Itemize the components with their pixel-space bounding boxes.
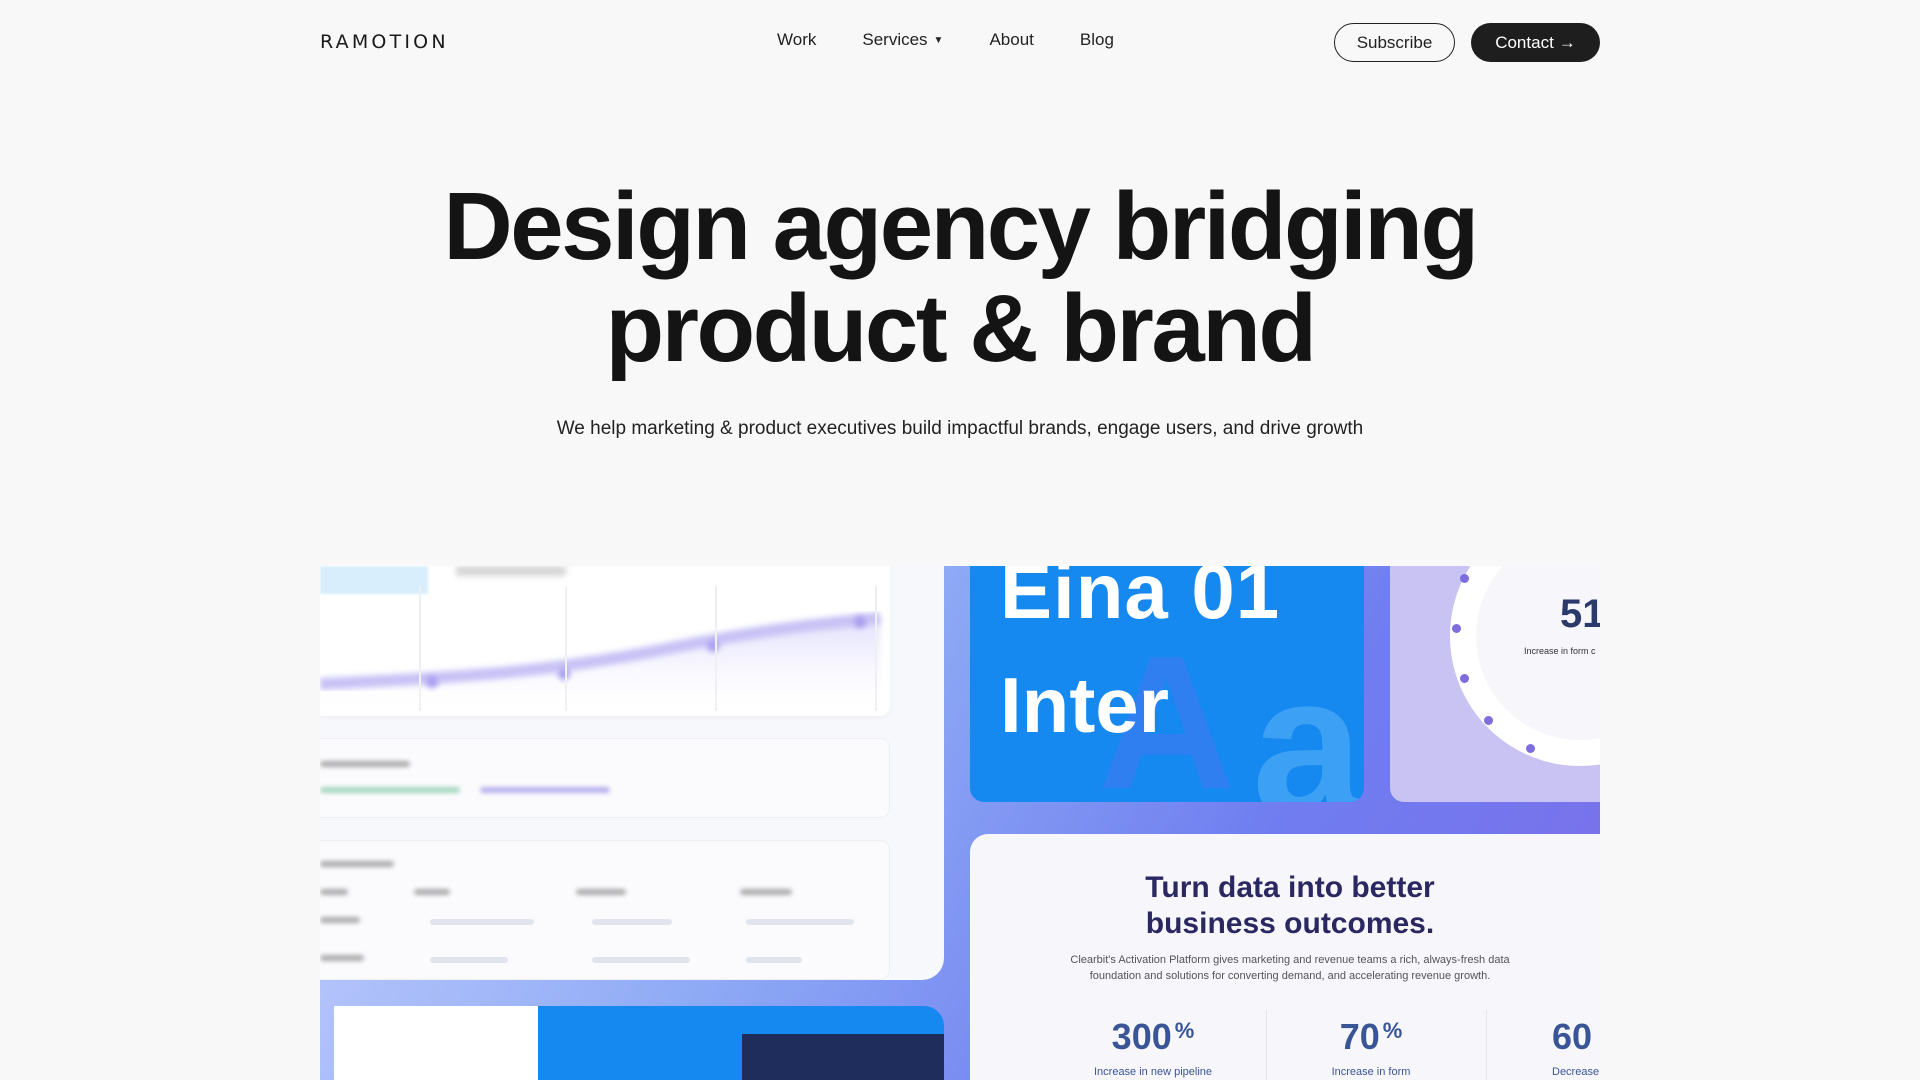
stat-value: 70%: [1316, 1016, 1426, 1058]
nav-services-label: Services: [862, 30, 928, 49]
nav-work-label: Work: [777, 30, 817, 49]
navy-swatch: [742, 1034, 944, 1080]
blurred-text: [740, 889, 792, 895]
card-title-line2: business outcomes.: [1145, 907, 1435, 940]
ring-dot: [1526, 744, 1535, 753]
nav-about-link[interactable]: About: [989, 30, 1033, 50]
stat-value: 60: [1552, 1016, 1600, 1058]
stat-value: 300%: [1078, 1016, 1228, 1058]
blurred-text: [320, 955, 364, 961]
font-name-eina: Eina 01: [1000, 566, 1281, 635]
stat-suffix: %: [1174, 1018, 1195, 1043]
ramotion-logo[interactable]: RAMOTION: [320, 31, 449, 53]
work-showcase[interactable]: A a Eina 01 Inter 51 Increase in form c …: [320, 566, 1600, 1080]
blurred-text: [414, 889, 450, 895]
nav-blog-link[interactable]: Blog: [1080, 30, 1114, 50]
stat-label: Increase in form: [1331, 1066, 1411, 1078]
arrow-right-icon: →: [1558, 32, 1576, 52]
ring-dot: [1484, 716, 1493, 725]
dashboard-table-panel: [320, 840, 890, 980]
contact-label: Contact: [1495, 32, 1554, 52]
placeholder-bar: [746, 957, 802, 963]
nav-work-link[interactable]: Work: [777, 30, 816, 50]
card-title-line1: Turn data into better: [1145, 871, 1435, 904]
blurred-text: [320, 889, 348, 895]
hero-subtitle: We help marketing & product executives b…: [556, 418, 1364, 439]
ring-dot: [1460, 674, 1469, 683]
stat-item: 70% Increase in form: [1316, 1016, 1426, 1078]
card-desc-line2: foundation and solutions for converting …: [1089, 970, 1491, 982]
blurred-text: [480, 787, 610, 793]
white-swatch: [334, 1006, 538, 1080]
specimen-glyph-lowercase: a: [1252, 634, 1364, 803]
top-navbar: RAMOTION Work Services ▼ About Blog Subsc…: [0, 0, 1920, 84]
caret-down-icon: ▼: [933, 34, 944, 46]
card-description: Clearbit's Activation Platform gives mar…: [970, 952, 1600, 984]
placeholder-bar: [592, 919, 672, 925]
stat-suffix: %: [1382, 1018, 1403, 1043]
hero-title: Design agency bridging product & brand: [0, 176, 1920, 380]
dashboard-mockup: [320, 566, 944, 980]
contact-button[interactable]: Contact →: [1471, 23, 1600, 62]
blurred-text: [320, 787, 460, 793]
nav-blog-label: Blog: [1079, 30, 1114, 49]
blurred-text: [320, 761, 410, 767]
ring-stat-caption: Increase in form c: [1524, 646, 1596, 656]
placeholder-bar: [430, 957, 508, 963]
placeholder-bar: [746, 919, 854, 925]
blurred-text: [320, 861, 394, 867]
stat-divider: [1486, 1010, 1487, 1080]
hero-title-line1: Design agency bridging: [443, 173, 1479, 280]
ring-stat-value: 51: [1560, 592, 1600, 636]
subscribe-label: Subscribe: [1356, 32, 1433, 52]
stat-item: 60 Decrease: [1552, 1016, 1600, 1078]
placeholder-bar: [430, 919, 534, 925]
stat-label: Decrease: [1552, 1066, 1600, 1078]
color-swatch-tiles: [320, 1006, 944, 1080]
nav-about-label: About: [989, 30, 1034, 49]
stat-number: 300: [1111, 1016, 1172, 1057]
card-title: Turn data into better business outcomes.: [970, 870, 1600, 942]
case-study-card: Turn data into better business outcomes.…: [970, 834, 1600, 1080]
nav-services-link[interactable]: Services ▼: [862, 30, 943, 50]
font-name-inter: Inter: [1000, 661, 1170, 749]
stat-number: 60: [1552, 1016, 1593, 1057]
card-desc-line1: Clearbit's Activation Platform gives mar…: [1070, 954, 1510, 966]
ring-stat-card: 51 Increase in form c: [1390, 566, 1600, 802]
blue-swatch: [538, 1006, 742, 1080]
stat-number: 70: [1339, 1016, 1380, 1057]
ring-dot: [1452, 624, 1461, 633]
ring-dot: [1460, 574, 1469, 583]
subscribe-button[interactable]: Subscribe: [1334, 23, 1455, 62]
stat-divider: [1266, 1010, 1267, 1080]
blurred-text: [320, 917, 360, 923]
dashboard-line-chart: [320, 586, 881, 716]
blurred-text: [576, 889, 626, 895]
placeholder-bar: [592, 957, 690, 963]
main-nav: Work Services ▼ About Blog: [777, 30, 1160, 50]
typography-specimen: A a Eina 01 Inter: [970, 566, 1364, 802]
dashboard-summary-panel: [320, 738, 890, 818]
stat-label: Increase in new pipeline: [1093, 1066, 1213, 1078]
dashboard-chart-panel: [320, 566, 890, 716]
hero-title-line2: product & brand: [605, 275, 1317, 382]
stat-item: 300% Increase in new pipeline: [1078, 1016, 1228, 1078]
